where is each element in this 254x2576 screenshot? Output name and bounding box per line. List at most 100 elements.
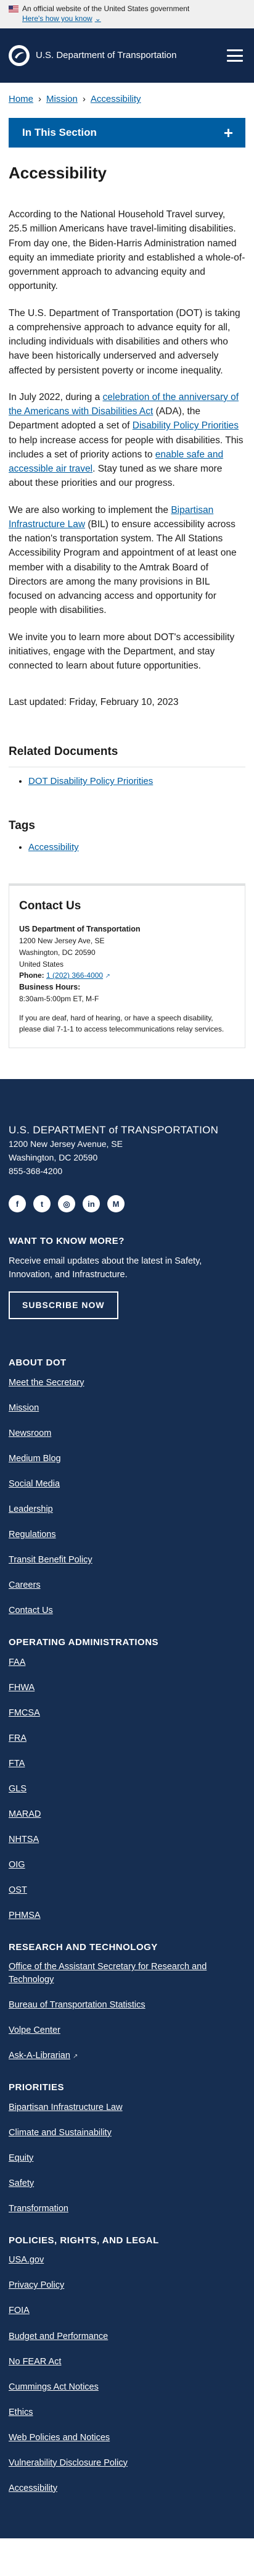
footer-link[interactable]: Ask-A-Librarian (9, 2051, 70, 2061)
related-document-link[interactable]: DOT Disability Policy Priorities (28, 776, 153, 786)
subscribe-button[interactable]: SUBSCRIBE NOW (9, 1291, 118, 1320)
linkedin-icon[interactable]: in (83, 1195, 100, 1213)
footer-group-about: About DOT Meet the Secretary Mission New… (9, 1356, 245, 1617)
text: (BIL) to ensure accessibility across the… (9, 519, 237, 616)
want-to-know-more-text: Receive email updates about the latest i… (9, 1256, 202, 1280)
footer-link[interactable]: Bipartisan Infrastructure Law (9, 2103, 123, 2112)
footer-link[interactable]: Leadership (9, 1504, 53, 1514)
footer-link[interactable]: Social Media (9, 1479, 60, 1489)
footer-link[interactable]: Ethics (9, 2407, 33, 2417)
footer-link[interactable]: Cummings Act Notices (9, 2382, 99, 2392)
contact-us-box: Contact Us US Department of Transportati… (9, 883, 245, 1048)
footer-group-heading: Research and Technology (9, 1941, 158, 1953)
footer-address: 1200 New Jersey Avenue, SE Washington, D… (9, 1138, 245, 1178)
footer-link[interactable]: Vulnerability Disclosure Policy (9, 2458, 128, 2468)
paragraph-4: We are also working to implement the Bip… (9, 503, 245, 618)
footer-group-research: Research and Technology Office of the As… (9, 1941, 245, 2063)
footer-link[interactable]: FTA (9, 1759, 25, 1769)
footer-link[interactable]: FHWA (9, 1683, 35, 1693)
disability-policy-priorities-link[interactable]: Disability Policy Priorities (133, 420, 239, 431)
footer-link[interactable]: Transit Benefit Policy (9, 1555, 92, 1565)
last-updated: Last updated: Friday, February 10, 2023 (9, 697, 179, 708)
list-item: Accessibility (28, 841, 245, 855)
tags-heading: Tags (9, 819, 35, 832)
facebook-icon[interactable]: f (9, 1195, 26, 1213)
footer-link[interactable]: OST (9, 1885, 27, 1895)
footer-link[interactable]: Volpe Center (9, 2025, 60, 2035)
footer-link[interactable]: USA.gov (9, 2255, 44, 2265)
contact-phone: Phone: 1 (202) 366-4000 ↗ (19, 970, 235, 982)
footer-link[interactable]: NHTSA (9, 1835, 39, 1844)
breadcrumb-separator: › (82, 94, 86, 105)
tag-link[interactable]: Accessibility (28, 842, 79, 852)
in-this-section-button[interactable]: In This Section + (9, 117, 245, 148)
tags-list: Accessibility (9, 841, 245, 855)
twitter-icon[interactable]: t (33, 1195, 51, 1213)
footer-link[interactable]: MARAD (9, 1809, 41, 1819)
footer-group-heading: Policies, Rights, and Legal (9, 2235, 159, 2246)
breadcrumb-mission[interactable]: Mission (46, 93, 78, 107)
footer-group-heading: About DOT (9, 1357, 67, 1369)
footer-link[interactable]: PHMSA (9, 1911, 41, 1920)
footer-link[interactable]: Safety (9, 2178, 34, 2188)
footer-link[interactable]: Transformation (9, 2204, 68, 2214)
external-link-icon: ↗ (105, 973, 110, 980)
site-footer: U.S. DEPARTMENT of TRANSPORTATION 1200 N… (0, 1078, 254, 2538)
footer-link[interactable]: FMCSA (9, 1708, 40, 1718)
footer-link[interactable]: Bureau of Transportation Statistics (9, 2000, 145, 2010)
site-logo-link[interactable]: U.S. Department of Transportation (9, 45, 177, 67)
footer-link[interactable]: Climate and Sustainability (9, 2128, 112, 2138)
paragraph-1: According to the National Household Trav… (9, 209, 245, 292)
dot-logo-icon (9, 45, 30, 67)
want-to-know-more-heading: WANT TO KNOW MORE? (9, 1236, 125, 1247)
footer-link[interactable]: Budget and Performance (9, 2332, 108, 2341)
footer-link[interactable]: FRA (9, 1733, 27, 1743)
footer-group-operating-administrations: Operating Administrations FAA FHWA FMCSA… (9, 1636, 245, 1922)
footer-link[interactable]: Regulations (9, 1530, 56, 1540)
heres-how-you-know-link[interactable]: Here's how you know ⌄ (22, 14, 101, 23)
business-hours: 8:30am-5:00pm ET, M-F (19, 994, 99, 1004)
footer-link[interactable]: Office of the Assistant Secretary for Re… (9, 1962, 207, 1985)
footer-link[interactable]: OIG (9, 1860, 25, 1870)
medium-icon[interactable]: M (107, 1195, 125, 1213)
related-documents-list: DOT Disability Policy Priorities (9, 775, 245, 789)
paragraph-5: We invite you to learn more about DOT's … (9, 631, 235, 672)
contact-address-line: Washington, DC 20590 (19, 948, 96, 957)
footer-link[interactable]: Web Policies and Notices (9, 2433, 110, 2443)
footer-link[interactable]: Privacy Policy (9, 2280, 64, 2290)
footer-link[interactable]: Medium Blog (9, 1454, 61, 1464)
chevron-down-icon: ⌄ (94, 14, 101, 23)
paragraph-2: The U.S. Department of Transportation (D… (9, 307, 240, 376)
us-flag-icon (9, 5, 18, 12)
main-content: Accessibility According to the National … (0, 148, 254, 855)
footer-link[interactable]: Mission (9, 1403, 39, 1413)
list-item: DOT Disability Policy Priorities (28, 775, 245, 789)
breadcrumb-home[interactable]: Home (9, 93, 33, 107)
related-documents-heading: Related Documents (9, 744, 118, 758)
footer-link[interactable]: No FEAR Act (9, 2357, 61, 2367)
footer-group-heading: Operating Administrations (9, 1637, 159, 1648)
breadcrumb: Home › Mission › Accessibility (0, 83, 254, 118)
footer-link[interactable]: GLS (9, 1784, 27, 1794)
relay-note: If you are deaf, hard of hearing, or hav… (19, 1013, 224, 1034)
footer-link[interactable]: Careers (9, 1580, 41, 1590)
footer-link[interactable]: Equity (9, 2153, 33, 2163)
heres-how-you-know-label: Here's how you know (22, 14, 92, 23)
footer-title: U.S. DEPARTMENT of TRANSPORTATION (9, 1123, 219, 1136)
footer-link[interactable]: Meet the Secretary (9, 1378, 84, 1388)
contact-heading: Contact Us (19, 899, 81, 912)
footer-link[interactable]: Accessibility (9, 2483, 57, 2493)
phone-label: Phone: (19, 971, 44, 980)
footer-link[interactable]: FOIA (9, 2306, 30, 2315)
footer-link[interactable]: FAA (9, 1657, 25, 1667)
breadcrumb-accessibility[interactable]: Accessibility (91, 93, 141, 107)
contact-phone-link[interactable]: 1 (202) 366-4000 (46, 971, 103, 980)
menu-icon[interactable] (227, 49, 243, 62)
text: In July 2022, during a (9, 391, 103, 402)
footer-link[interactable]: Contact Us (9, 1606, 53, 1615)
breadcrumb-separator: › (38, 94, 42, 105)
footer-link[interactable]: Newsroom (9, 1428, 51, 1438)
in-this-section-label: In This Section (22, 127, 97, 139)
instagram-icon[interactable]: ◎ (58, 1195, 75, 1213)
site-name: U.S. Department of Transportation (36, 50, 177, 61)
